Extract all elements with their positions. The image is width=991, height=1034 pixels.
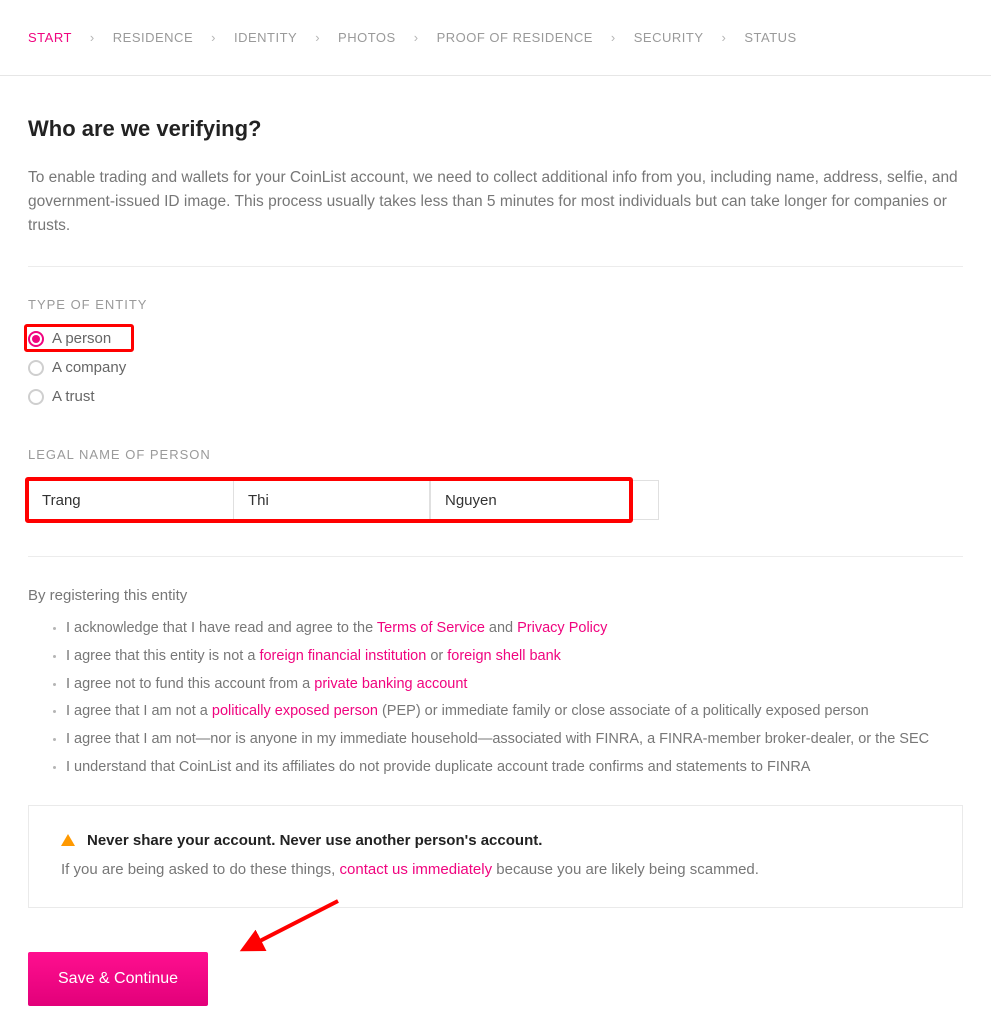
- shell-bank-link[interactable]: foreign shell bank: [447, 648, 561, 664]
- breadcrumb-proof[interactable]: PROOF OF RESIDENCE: [437, 30, 593, 45]
- agreement-item: I agree not to fund this account from a …: [66, 674, 963, 696]
- warning-title: Never share your account. Never use anot…: [87, 832, 542, 849]
- pep-link[interactable]: politically exposed person: [212, 703, 378, 719]
- legal-name-label: LEGAL NAME OF PERSON: [28, 447, 963, 462]
- radio-label: A person: [52, 330, 111, 347]
- divider: [28, 266, 963, 267]
- breadcrumb: START › RESIDENCE › IDENTITY › PHOTOS › …: [0, 0, 991, 76]
- private-banking-link[interactable]: private banking account: [314, 676, 467, 692]
- breadcrumb-start[interactable]: START: [28, 30, 72, 45]
- divider: [28, 556, 963, 557]
- page-title: Who are we verifying?: [28, 116, 963, 142]
- chevron-right-icon: ›: [211, 30, 216, 45]
- breadcrumb-photos[interactable]: PHOTOS: [338, 30, 396, 45]
- privacy-link[interactable]: Privacy Policy: [517, 620, 607, 636]
- intro-text: To enable trading and wallets for your C…: [28, 166, 963, 238]
- breadcrumb-residence[interactable]: RESIDENCE: [113, 30, 193, 45]
- middle-name-input[interactable]: [234, 480, 430, 520]
- warning-box: Never share your account. Never use anot…: [28, 805, 963, 909]
- agreement-item: I agree that this entity is not a foreig…: [66, 646, 963, 668]
- radio-icon: [28, 389, 44, 405]
- last-name-input[interactable]: [430, 480, 659, 520]
- radio-label: A trust: [52, 388, 95, 405]
- save-continue-button[interactable]: Save & Continue: [28, 952, 208, 1006]
- legal-name-row: [28, 480, 963, 520]
- chevron-right-icon: ›: [722, 30, 727, 45]
- chevron-right-icon: ›: [414, 30, 419, 45]
- agreement-item: I understand that CoinList and its affil…: [66, 757, 963, 779]
- ffi-link[interactable]: foreign financial institution: [259, 648, 426, 664]
- radio-icon: [28, 331, 44, 347]
- warning-text: If you are being asked to do these thing…: [61, 859, 930, 882]
- agreement-item: I agree that I am not—nor is anyone in m…: [66, 729, 963, 751]
- breadcrumb-identity[interactable]: IDENTITY: [234, 30, 297, 45]
- chevron-right-icon: ›: [90, 30, 95, 45]
- warning-title-row: Never share your account. Never use anot…: [61, 832, 930, 849]
- entity-type-group: A person A company A trust: [28, 330, 963, 405]
- first-name-input[interactable]: [28, 480, 234, 520]
- radio-label: A company: [52, 359, 126, 376]
- breadcrumb-security[interactable]: SECURITY: [634, 30, 704, 45]
- entity-type-label: TYPE OF ENTITY: [28, 297, 963, 312]
- agreement-item: I acknowledge that I have read and agree…: [66, 618, 963, 640]
- terms-link[interactable]: Terms of Service: [377, 620, 485, 636]
- chevron-right-icon: ›: [611, 30, 616, 45]
- warning-triangle-icon: [61, 834, 75, 846]
- radio-icon: [28, 360, 44, 376]
- radio-person[interactable]: A person: [28, 330, 963, 347]
- agreement-item: I agree that I am not a politically expo…: [66, 701, 963, 723]
- chevron-right-icon: ›: [315, 30, 320, 45]
- agreement-list: I acknowledge that I have read and agree…: [28, 618, 963, 779]
- radio-trust[interactable]: A trust: [28, 388, 963, 405]
- agreement-intro: By registering this entity: [28, 587, 963, 604]
- contact-us-link[interactable]: contact us immediately: [340, 861, 493, 878]
- radio-company[interactable]: A company: [28, 359, 963, 376]
- breadcrumb-status[interactable]: STATUS: [744, 30, 796, 45]
